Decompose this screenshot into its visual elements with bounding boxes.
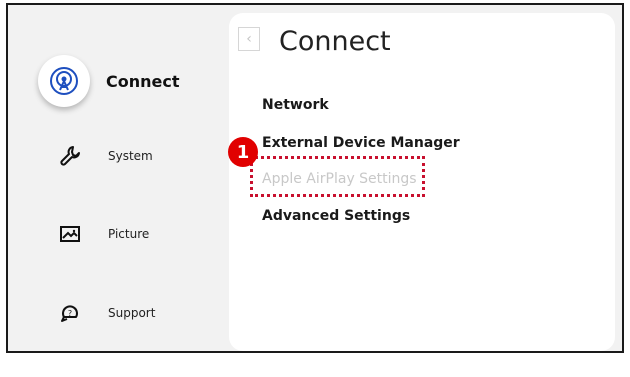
sidebar-item-system[interactable]: System — [50, 136, 153, 176]
wrench-icon — [50, 136, 90, 176]
menu-item-external-device-manager[interactable]: External Device Manager — [262, 135, 460, 151]
back-button[interactable]: ‹ — [238, 27, 260, 51]
menu-item-network[interactable]: Network — [262, 97, 329, 113]
svg-text:?: ? — [68, 309, 72, 318]
menu-item-advanced-settings[interactable]: Advanced Settings — [262, 208, 410, 224]
sidebar-item-label: Picture — [108, 227, 150, 241]
sidebar: Connect System Picture ? Support — [8, 5, 224, 351]
sidebar-item-label: Support — [108, 306, 156, 320]
sidebar-item-connect[interactable]: Connect — [38, 55, 180, 107]
page-title: Connect — [279, 26, 391, 57]
sidebar-item-label: Connect — [106, 71, 180, 91]
sidebar-item-label: System — [108, 149, 153, 163]
sidebar-item-picture[interactable]: Picture — [50, 214, 149, 254]
highlight-box — [250, 156, 425, 197]
support-icon: ? — [50, 293, 90, 333]
broadcast-icon — [38, 55, 90, 107]
step-badge: 1 — [228, 137, 258, 167]
chevron-left-icon: ‹ — [246, 31, 252, 47]
picture-icon — [50, 214, 90, 254]
sidebar-item-support[interactable]: ? Support — [50, 293, 155, 333]
